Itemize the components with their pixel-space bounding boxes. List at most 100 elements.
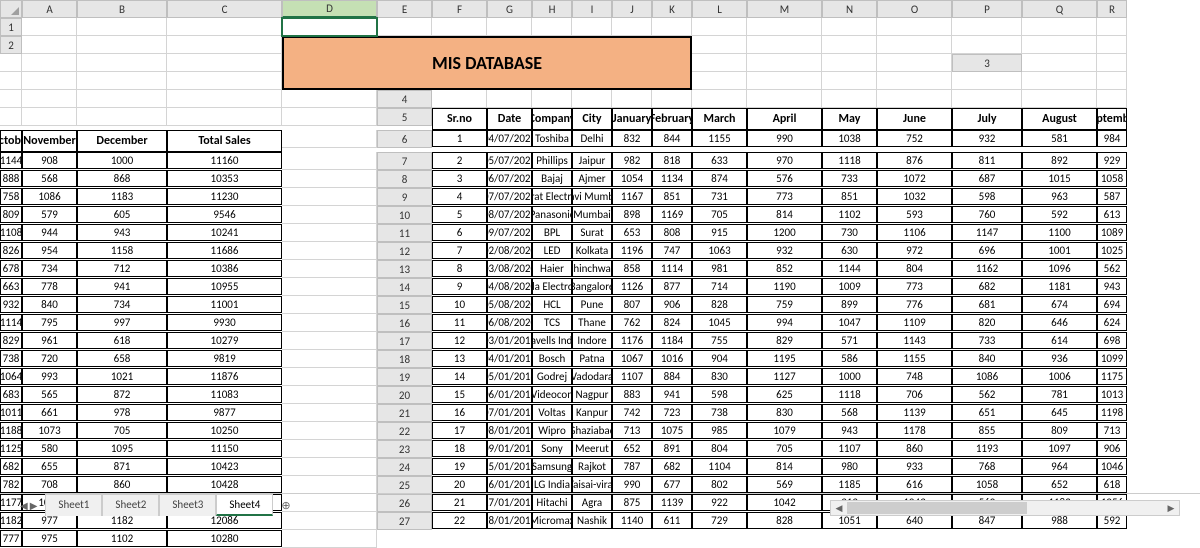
table-cell[interactable]: 11876 [167, 368, 282, 385]
table-cell[interactable]: 16 [432, 404, 487, 421]
table-cell[interactable]: 830 [692, 368, 747, 385]
table-cell[interactable]: 898 [612, 206, 652, 223]
col-header-L[interactable]: L [692, 0, 747, 18]
table-cell[interactable]: 10353 [167, 170, 282, 187]
table-cell[interactable]: 618 [1097, 476, 1127, 493]
table-cell[interactable]: 808 [652, 224, 692, 241]
table-cell[interactable]: 705 [692, 206, 747, 223]
table-cell[interactable]: 11686 [167, 242, 282, 259]
row-header-26[interactable]: 26 [377, 494, 432, 512]
table-cell[interactable]: 1193 [952, 440, 1022, 457]
scroll-track[interactable] [847, 501, 1163, 515]
table-cell[interactable]: 904 [692, 350, 747, 367]
table-cell[interactable]: 07/07/2021 [487, 188, 532, 205]
table-cell[interactable]: 985 [692, 422, 747, 439]
cell[interactable] [22, 108, 77, 126]
table-cell[interactable]: Pune [572, 296, 612, 313]
table-header[interactable]: September [1097, 108, 1127, 130]
table-cell[interactable]: 687 [952, 170, 1022, 187]
scroll-left-icon[interactable]: ◀ [831, 503, 847, 514]
table-cell[interactable]: 586 [822, 350, 877, 367]
cell[interactable] [0, 90, 22, 108]
cell[interactable] [877, 90, 952, 108]
table-cell[interactable]: Thane [572, 314, 612, 331]
table-cell[interactable]: 811 [952, 152, 1022, 169]
table-header[interactable]: August [1022, 108, 1097, 130]
table-cell[interactable]: 17 [432, 422, 487, 439]
cell[interactable] [822, 72, 877, 90]
table-cell[interactable]: 613 [1097, 206, 1127, 223]
table-cell[interactable]: 581 [1022, 130, 1097, 147]
table-cell[interactable]: 748 [877, 368, 952, 385]
table-cell[interactable]: 614 [1022, 332, 1097, 349]
cell[interactable] [1022, 90, 1097, 108]
table-cell[interactable]: Navi Mumbai [572, 188, 612, 205]
table-cell[interactable]: 9819 [167, 350, 282, 367]
table-cell[interactable]: 860 [77, 476, 167, 493]
table-cell[interactable]: 07/01/2018 [487, 404, 532, 421]
table-cell[interactable]: 17/01/2019 [487, 494, 532, 511]
table-cell[interactable]: 708 [22, 476, 77, 493]
table-cell[interactable]: 9 [432, 278, 487, 295]
table-cell[interactable]: Nashik [572, 512, 612, 529]
cell[interactable] [612, 90, 652, 108]
row-header-16[interactable]: 16 [377, 314, 432, 332]
cell[interactable] [952, 18, 1022, 36]
cell[interactable] [22, 54, 77, 72]
table-cell[interactable]: 592 [1022, 206, 1097, 223]
table-cell[interactable]: 1175 [1097, 368, 1127, 385]
cell[interactable] [282, 152, 377, 170]
cell[interactable] [432, 18, 487, 36]
table-cell[interactable]: 734 [77, 296, 167, 313]
table-cell[interactable]: 1155 [692, 130, 747, 147]
cell[interactable] [1097, 72, 1127, 90]
table-cell[interactable]: 1015 [1022, 170, 1097, 187]
row-header-6[interactable]: 6 [377, 130, 432, 148]
sheet-tab-sheet1[interactable]: Sheet1 [45, 494, 102, 516]
table-cell[interactable]: 891 [652, 440, 692, 457]
cell[interactable] [0, 108, 22, 126]
table-cell[interactable]: 874 [692, 170, 747, 187]
table-cell[interactable]: 787 [612, 458, 652, 475]
select-all-corner[interactable] [0, 0, 22, 18]
table-cell[interactable]: 05/08/2020 [487, 296, 532, 313]
table-cell[interactable]: 818 [652, 152, 692, 169]
cell[interactable] [282, 350, 377, 368]
table-cell[interactable]: 1042 [747, 494, 822, 511]
table-cell[interactable]: 1006 [1022, 368, 1097, 385]
table-cell[interactable]: Godrej [532, 368, 572, 385]
cell[interactable] [282, 422, 377, 440]
cell[interactable] [692, 72, 747, 90]
table-cell[interactable]: 876 [877, 152, 952, 169]
cell[interactable] [282, 476, 377, 494]
table-cell[interactable]: 795 [22, 314, 77, 331]
row-header-19[interactable]: 19 [377, 368, 432, 386]
table-cell[interactable]: 1009 [822, 278, 877, 295]
table-cell[interactable]: 06/08/2020 [487, 314, 532, 331]
table-cell[interactable]: 1073 [22, 422, 77, 439]
table-cell[interactable]: 1000 [77, 152, 167, 169]
table-cell[interactable]: 755 [692, 332, 747, 349]
table-cell[interactable]: 1143 [877, 332, 952, 349]
table-cell[interactable]: 908 [22, 152, 77, 169]
table-cell[interactable]: 762 [612, 314, 652, 331]
table-cell[interactable]: 1107 [822, 440, 877, 457]
table-cell[interactable]: Sony [532, 440, 572, 457]
table-cell[interactable]: 624 [1097, 314, 1127, 331]
cell[interactable] [877, 36, 952, 54]
cell[interactable] [167, 72, 282, 90]
table-cell[interactable]: 984 [1097, 130, 1127, 147]
table-cell[interactable]: Kanpur [572, 404, 612, 421]
cell[interactable] [22, 36, 77, 54]
cell[interactable] [1097, 90, 1127, 108]
col-header-F[interactable]: F [432, 0, 487, 18]
scroll-thumb[interactable] [847, 502, 1027, 514]
table-cell[interactable]: 734 [22, 260, 77, 277]
table-header[interactable]: January [612, 108, 652, 130]
table-cell[interactable]: 713 [1097, 422, 1127, 439]
table-cell[interactable]: 1075 [652, 422, 692, 439]
table-cell[interactable]: 828 [692, 296, 747, 313]
table-cell[interactable]: 655 [22, 458, 77, 475]
table-cell[interactable]: 11001 [167, 296, 282, 313]
cell[interactable] [1022, 18, 1097, 36]
